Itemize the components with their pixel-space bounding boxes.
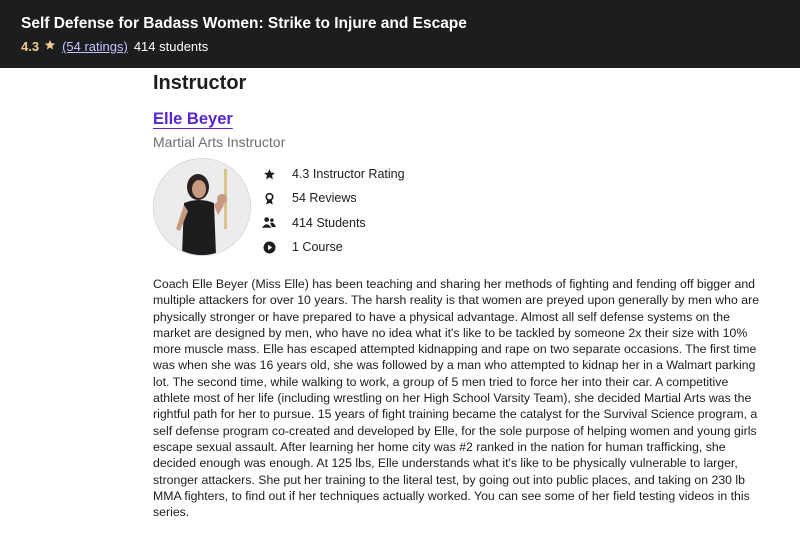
stat-rating: 4.3 Instructor Rating [262, 162, 405, 186]
stat-label: 54 Reviews [292, 191, 357, 206]
award-icon [262, 191, 276, 205]
instructor-bio: Coach Elle Beyer (Miss Elle) has been te… [153, 277, 760, 520]
instructor-job-title: Martial Arts Instructor [153, 134, 286, 150]
course-title: Self Defense for Badass Women: Strike to… [21, 15, 467, 32]
stat-label: 4.3 Instructor Rating [292, 167, 405, 182]
stat-label: 1 Course [292, 240, 343, 255]
play-circle-icon [262, 240, 276, 254]
stat-courses: 1 Course [262, 235, 405, 259]
instructor-stats: 4.3 Instructor Rating 54 Reviews 414 Stu… [262, 162, 405, 259]
stat-students: 414 Students [262, 211, 405, 235]
students-count: 414 students [133, 39, 209, 54]
star-icon [44, 39, 56, 54]
stat-reviews: 54 Reviews [262, 186, 405, 210]
stat-label: 414 Students [292, 215, 366, 230]
rating-row: 4.3 (54 ratings) 414 students [21, 39, 208, 54]
instructor-name-link[interactable]: Elle Beyer [153, 110, 233, 129]
star-icon [262, 167, 276, 181]
section-title: Instructor [153, 72, 247, 94]
ratings-count-link[interactable]: (54 ratings) [62, 39, 128, 54]
avatar[interactable] [153, 158, 251, 256]
people-icon [262, 216, 276, 230]
course-header-bar: Self Defense for Badass Women: Strike to… [0, 0, 800, 68]
rating-value: 4.3 [21, 39, 40, 54]
